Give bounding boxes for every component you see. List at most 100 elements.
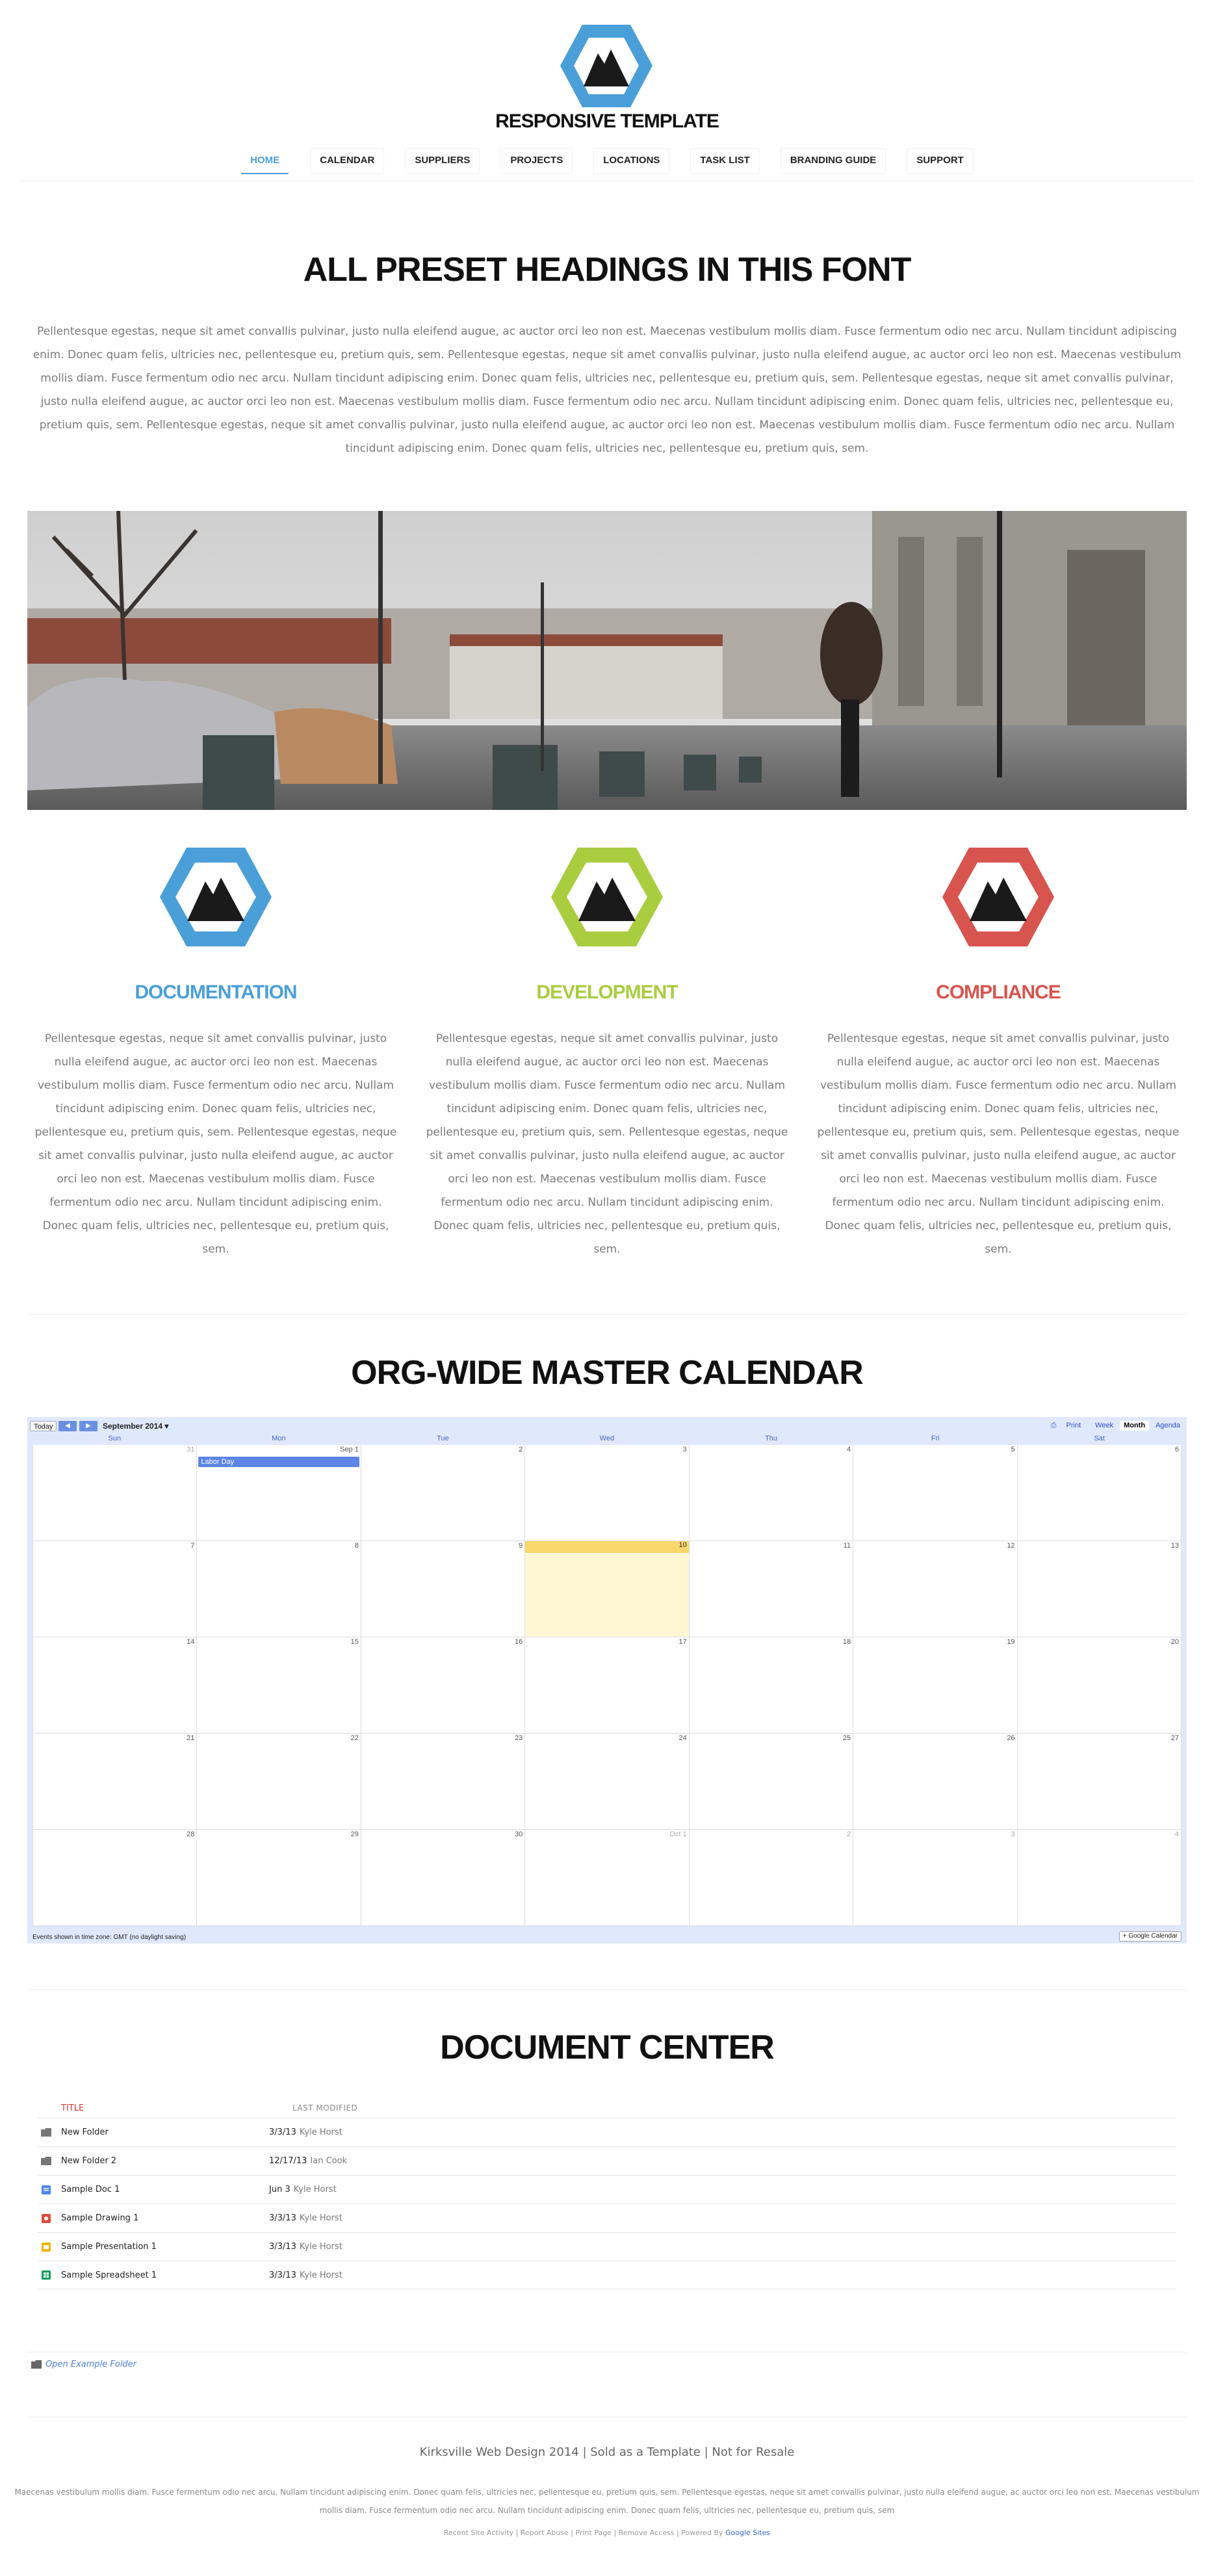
calendar-day[interactable]: 31 bbox=[33, 1445, 198, 1541]
nav-support[interactable]: SUPPORT bbox=[907, 148, 974, 174]
remove-access-link[interactable]: Remove Access bbox=[619, 2529, 675, 2537]
day-number[interactable]: 7 bbox=[190, 1542, 194, 1550]
day-number[interactable]: 28 bbox=[187, 1830, 194, 1838]
calendar-day[interactable]: 26 bbox=[853, 1734, 1018, 1830]
google-sites-link[interactable]: Google Sites bbox=[725, 2529, 770, 2537]
today-button[interactable]: Today bbox=[30, 1421, 57, 1431]
day-number[interactable]: 24 bbox=[678, 1734, 686, 1742]
doc-title-cell[interactable]: New Folder bbox=[14, 2127, 269, 2138]
table-row[interactable]: Sample Doc 1 Jun 3 Kyle Horst bbox=[38, 2175, 1176, 2204]
day-number[interactable]: 8 bbox=[355, 1542, 359, 1550]
calendar-day[interactable]: 28 bbox=[33, 1830, 198, 1926]
day-number[interactable]: 25 bbox=[843, 1734, 851, 1742]
nav-projects[interactable]: PROJECTS bbox=[500, 148, 573, 174]
day-number[interactable]: 3 bbox=[1011, 1830, 1014, 1838]
calendar-day[interactable]: 14 bbox=[33, 1637, 198, 1734]
day-number[interactable]: 11 bbox=[844, 1542, 851, 1550]
calendar-day[interactable]: 2 bbox=[689, 1830, 854, 1926]
site-title[interactable]: RESPONSIVE TEMPLATE bbox=[0, 111, 1214, 133]
calendar-day[interactable]: 6 bbox=[1017, 1445, 1182, 1541]
view-agenda-tab[interactable]: Agenda bbox=[1152, 1421, 1184, 1431]
calendar-day[interactable]: 13 bbox=[1017, 1541, 1182, 1637]
nav-locations[interactable]: LOCATIONS bbox=[593, 148, 670, 174]
doc-title[interactable]: Sample Presentation 1 bbox=[61, 2242, 157, 2252]
col-title[interactable]: TITLE bbox=[38, 2103, 292, 2113]
day-number[interactable]: 16 bbox=[515, 1638, 523, 1646]
print-page-link[interactable]: Print Page bbox=[576, 2529, 612, 2537]
calendar-day[interactable]: 27 bbox=[1017, 1734, 1182, 1830]
day-number[interactable]: 4 bbox=[1175, 1830, 1179, 1838]
calendar-day[interactable]: 24 bbox=[525, 1734, 690, 1830]
day-number[interactable]: 4 bbox=[847, 1446, 851, 1453]
view-week-tab[interactable]: Week bbox=[1091, 1421, 1117, 1431]
calendar-day[interactable]: 4 bbox=[1017, 1830, 1182, 1926]
calendar-day[interactable]: 21 bbox=[33, 1734, 198, 1830]
day-number[interactable]: 2 bbox=[847, 1830, 851, 1838]
day-number[interactable]: 5 bbox=[1011, 1446, 1014, 1453]
next-month-button[interactable]: ▶ bbox=[79, 1421, 97, 1431]
view-month-tab[interactable]: Month bbox=[1120, 1421, 1150, 1431]
day-number[interactable]: 3 bbox=[683, 1446, 687, 1453]
doc-title[interactable]: Sample Spreadsheet 1 bbox=[61, 2270, 157, 2280]
col-last-modified[interactable]: LAST MODIFIED bbox=[292, 2103, 357, 2113]
doc-title-cell[interactable]: Sample Spreadsheet 1 bbox=[14, 2270, 269, 2280]
calendar-day[interactable]: 3 bbox=[525, 1445, 690, 1541]
calendar-day[interactable]: 19 bbox=[853, 1637, 1018, 1734]
day-number[interactable]: 6 bbox=[1175, 1446, 1179, 1453]
calendar-day[interactable]: 20 bbox=[1017, 1637, 1182, 1734]
site-logo-icon[interactable] bbox=[558, 22, 655, 110]
day-number[interactable]: 31 bbox=[187, 1446, 194, 1453]
table-row[interactable]: Sample Spreadsheet 1 3/3/13 Kyle Horst bbox=[38, 2261, 1176, 2289]
day-number[interactable]: 29 bbox=[351, 1830, 359, 1838]
report-abuse-link[interactable]: Report Abuse bbox=[521, 2529, 569, 2537]
doc-title[interactable]: Sample Drawing 1 bbox=[61, 2213, 138, 2223]
doc-title-cell[interactable]: Sample Drawing 1 bbox=[14, 2213, 269, 2224]
day-number[interactable]: 9 bbox=[519, 1542, 523, 1550]
calendar-day[interactable]: Oct 1 bbox=[525, 1830, 690, 1926]
day-number[interactable]: 10 bbox=[525, 1541, 689, 1553]
calendar-day-today[interactable]: 10 bbox=[525, 1541, 690, 1637]
calendar-day[interactable]: 4 bbox=[689, 1445, 854, 1541]
calendar-day[interactable]: 2 bbox=[361, 1445, 526, 1541]
day-number[interactable]: 18 bbox=[843, 1638, 851, 1646]
day-number[interactable]: 20 bbox=[1171, 1638, 1179, 1646]
day-number[interactable]: 22 bbox=[351, 1734, 359, 1742]
table-row[interactable]: New Folder 3/3/13 Kyle Horst bbox=[38, 2118, 1176, 2146]
day-number[interactable]: 21 bbox=[187, 1734, 194, 1742]
calendar-day[interactable]: 7 bbox=[33, 1541, 198, 1637]
nav-home[interactable]: HOME bbox=[240, 148, 290, 174]
calendar-day[interactable]: Sep 1 Labor Day bbox=[197, 1445, 361, 1541]
calendar-day[interactable]: 16 bbox=[361, 1637, 526, 1734]
day-number[interactable]: 19 bbox=[1007, 1638, 1014, 1646]
calendar-day[interactable]: 23 bbox=[361, 1734, 526, 1830]
calendar-day[interactable]: 18 bbox=[689, 1637, 854, 1734]
calendar-day[interactable]: 11 bbox=[689, 1541, 854, 1637]
calendar-day[interactable]: 30 bbox=[361, 1830, 526, 1926]
day-number[interactable]: 12 bbox=[1007, 1542, 1014, 1550]
print-button[interactable]: ⎙ Print bbox=[1043, 1421, 1089, 1431]
day-number[interactable]: 23 bbox=[515, 1734, 523, 1742]
calendar-day[interactable]: 17 bbox=[525, 1637, 690, 1734]
day-number[interactable]: 2 bbox=[519, 1446, 523, 1453]
table-row[interactable]: New Folder 2 12/17/13 Ian Cook bbox=[38, 2146, 1176, 2175]
open-example-folder-link[interactable]: Open Example Folder bbox=[31, 2360, 136, 2369]
nav-branding-guide[interactable]: BRANDING GUIDE bbox=[780, 148, 886, 174]
month-dropdown[interactable]: September 2014 ▾ bbox=[103, 1422, 168, 1431]
nav-calendar[interactable]: CALENDAR bbox=[310, 148, 385, 174]
nav-task-list[interactable]: TASK LIST bbox=[690, 148, 760, 174]
doc-title[interactable]: New Folder 2 bbox=[61, 2156, 116, 2166]
calendar-day[interactable]: 22 bbox=[197, 1734, 361, 1830]
table-row[interactable]: Sample Drawing 1 3/3/13 Kyle Horst bbox=[38, 2204, 1176, 2232]
google-calendar-button[interactable]: + Google Calendar bbox=[1118, 1931, 1182, 1942]
day-number[interactable]: 13 bbox=[1171, 1542, 1179, 1550]
calendar-day[interactable]: 8 bbox=[197, 1541, 361, 1637]
day-number[interactable]: Oct 1 bbox=[669, 1830, 686, 1838]
calendar-day[interactable]: 5 bbox=[853, 1445, 1018, 1541]
doc-title-cell[interactable]: Sample Doc 1 bbox=[14, 2185, 269, 2195]
nav-suppliers[interactable]: SUPPLIERS bbox=[405, 148, 480, 174]
calendar-day[interactable]: 29 bbox=[197, 1830, 361, 1926]
day-number[interactable]: 26 bbox=[1007, 1734, 1014, 1742]
day-number[interactable]: 15 bbox=[351, 1638, 359, 1646]
calendar-day[interactable]: 25 bbox=[689, 1734, 854, 1830]
recent-site-activity-link[interactable]: Recent Site Activity bbox=[444, 2529, 513, 2537]
